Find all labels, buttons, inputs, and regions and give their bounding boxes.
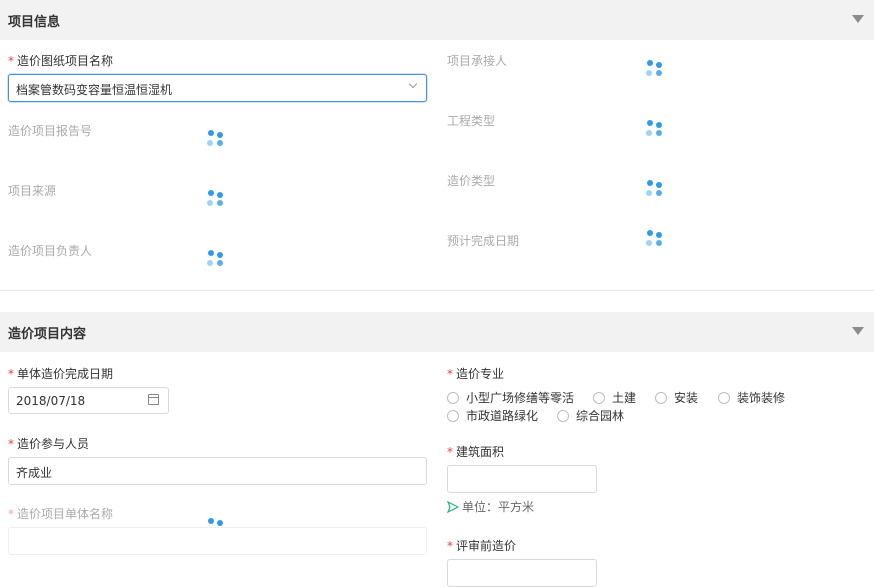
section-title: 造价项目内容 xyxy=(8,327,87,342)
complete-date-picker[interactable]: 2018/07/18 xyxy=(8,387,169,414)
radio-circle[interactable] xyxy=(655,391,667,404)
area-label: * 建筑面积 xyxy=(447,445,505,459)
chevron-down-icon xyxy=(408,79,418,89)
loading-spinner-icon xyxy=(206,129,230,153)
unit-name-label: * 造价项目单体名称 xyxy=(8,507,114,521)
section-divider xyxy=(0,290,874,291)
radio-circle[interactable] xyxy=(593,391,605,404)
unit-name-input[interactable] xyxy=(8,527,427,555)
area-input[interactable] xyxy=(447,465,597,493)
loading-spinner-icon xyxy=(206,249,230,273)
specialty-option-small-plaza[interactable]: 小型广场修缮等零活 xyxy=(447,389,574,406)
participants-input[interactable]: 齐成业 xyxy=(8,457,427,485)
radio-circle[interactable] xyxy=(557,409,569,422)
specialty-option-decoration[interactable]: 装饰装修 xyxy=(718,389,785,406)
section-title: 项目信息 xyxy=(8,15,61,30)
pre-review-input[interactable] xyxy=(447,559,597,587)
complete-date-value: 2018/07/18 xyxy=(16,394,86,408)
radio-circle[interactable] xyxy=(718,391,730,404)
eng-type-label: 工程类型 xyxy=(447,114,496,128)
specialty-option-municipal[interactable]: 市政道路绿化 xyxy=(447,407,538,424)
project-name-label: * 造价图纸项目名称 xyxy=(8,54,114,68)
section-header-cost-content[interactable]: 造价项目内容 xyxy=(0,312,874,352)
info-arrow-icon xyxy=(447,500,459,513)
specialty-option-landscape[interactable]: 综合园林 xyxy=(557,407,624,424)
collapse-caret-icon[interactable] xyxy=(852,15,864,23)
loading-spinner-icon xyxy=(645,179,669,203)
section-header-project-info[interactable]: 项目信息 xyxy=(0,0,874,40)
project-name-value: 档案管数码变容量恒温恒湿机 xyxy=(16,83,173,97)
participants-value: 齐成业 xyxy=(16,466,53,480)
undertaker-label: 项目承接人 xyxy=(447,54,508,68)
pre-review-label: * 评审前造价 xyxy=(447,539,517,553)
radio-circle[interactable] xyxy=(447,409,459,422)
report-no-label: 造价项目报告号 xyxy=(8,124,93,138)
project-name-select[interactable]: 档案管数码变容量恒温恒湿机 xyxy=(8,74,427,102)
loading-spinner-icon xyxy=(645,229,669,253)
radio-circle[interactable] xyxy=(447,391,459,404)
owner-label: 造价项目负责人 xyxy=(8,244,93,258)
loading-spinner-icon xyxy=(206,189,230,213)
cost-type-label: 造价类型 xyxy=(447,174,496,188)
expected-date-label: 预计完成日期 xyxy=(447,234,520,248)
specialty-option-civil[interactable]: 土建 xyxy=(593,389,636,406)
specialty-option-install[interactable]: 安装 xyxy=(655,389,698,406)
loading-spinner-icon xyxy=(645,119,669,143)
participants-label: * 造价参与人员 xyxy=(8,437,90,451)
source-label: 项目来源 xyxy=(8,184,57,198)
loading-spinner-icon xyxy=(645,59,669,83)
calendar-icon[interactable] xyxy=(148,394,159,405)
collapse-caret-icon[interactable] xyxy=(852,327,864,335)
area-unit-hint: 单位：平方米 xyxy=(447,498,534,515)
specialty-label: * 造价专业 xyxy=(447,367,505,381)
complete-date-label: * 单体造价完成日期 xyxy=(8,367,114,381)
